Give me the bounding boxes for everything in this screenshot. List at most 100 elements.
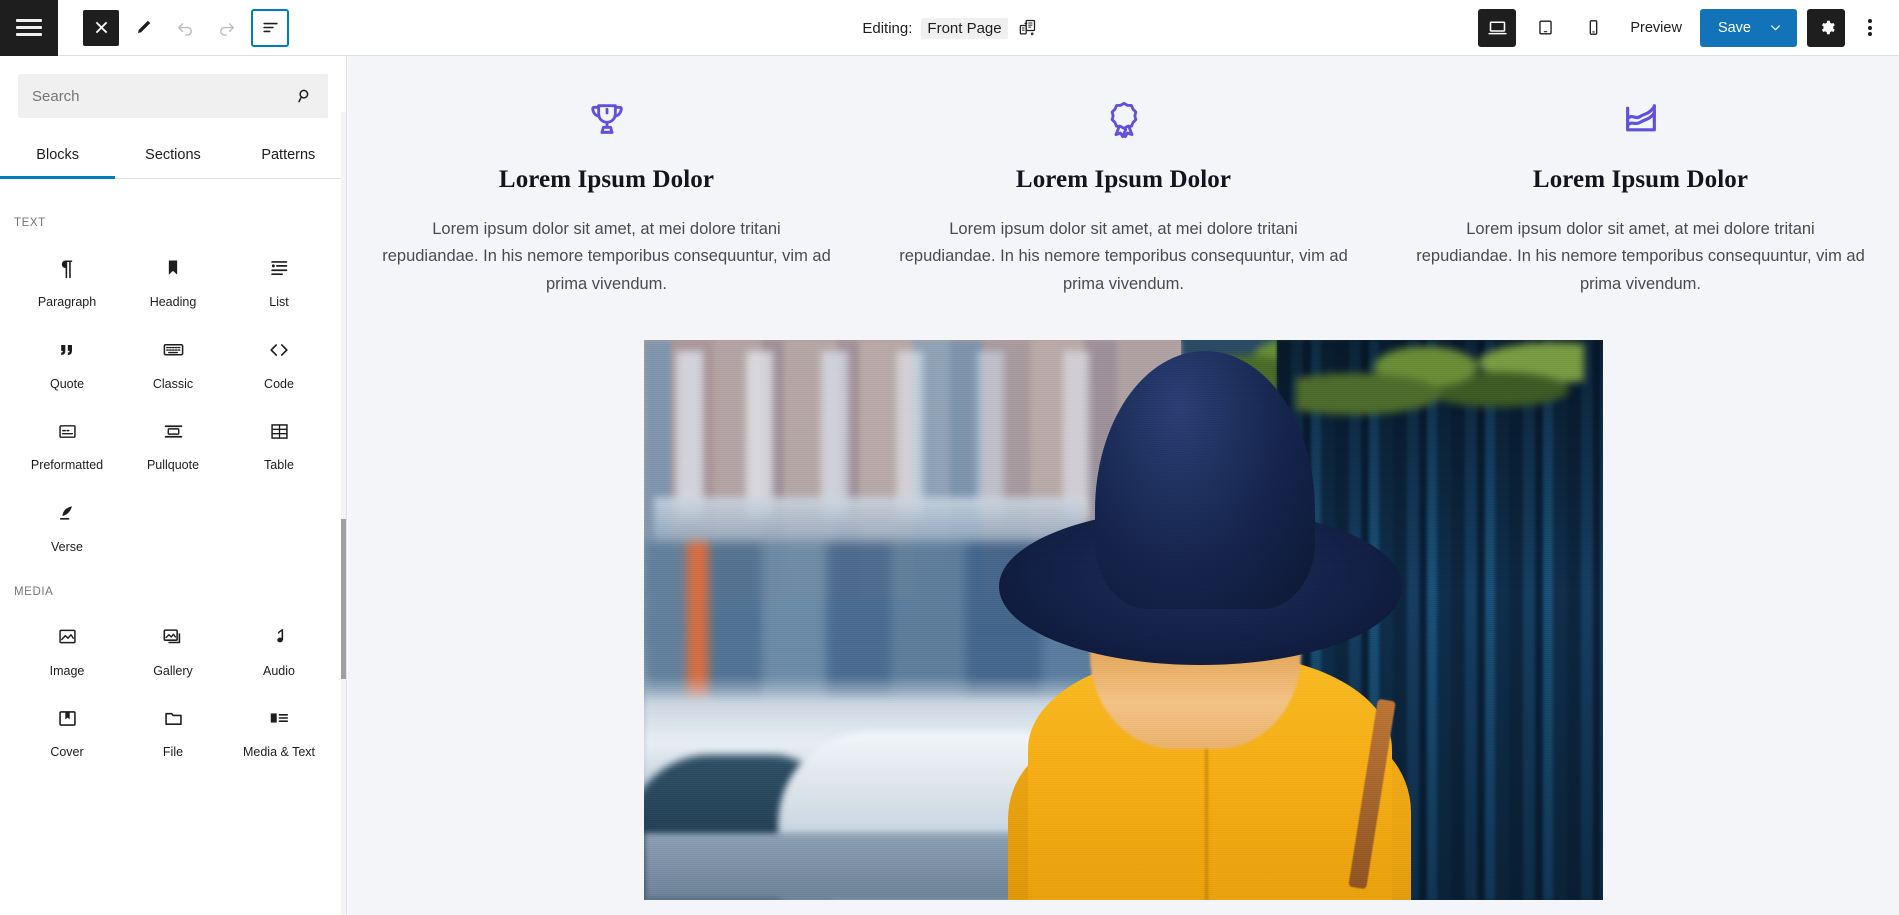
block-item-heading[interactable]: Heading: [120, 237, 226, 319]
block-grid-text: ¶ Paragraph Heading List Quote Classic C…: [0, 237, 346, 564]
pencil-icon: [137, 20, 150, 34]
editing-label: Editing:: [862, 19, 913, 37]
undo-arrow-icon: [178, 22, 192, 36]
three-dots-icon: [1868, 17, 1872, 39]
block-label: Gallery: [153, 663, 193, 678]
block-label: Verse: [51, 539, 83, 554]
device-mobile-button[interactable]: [1574, 9, 1612, 47]
block-label: Code: [264, 376, 294, 391]
editor-top-bar: Editing: Front Page Preview Save: [0, 0, 1899, 56]
file-folder-icon: [163, 705, 184, 731]
block-label: File: [162, 745, 184, 760]
block-item-classic[interactable]: Classic: [120, 319, 226, 401]
block-label: Image: [49, 663, 85, 678]
street-photo: [644, 340, 1603, 901]
category-title-text: TEXT: [14, 217, 46, 229]
list-view-button[interactable]: [251, 8, 289, 47]
gallery-icon: [162, 624, 184, 650]
redo-button[interactable]: [209, 10, 245, 46]
block-inserter-panel: Blocks Sections Patterns TEXT ¶ Paragrap…: [0, 56, 347, 915]
sidebar-scrollbar-track[interactable]: [341, 112, 346, 915]
template-swap-icon: [1019, 19, 1035, 36]
feature-body: Lorem ipsum dolor sit amet, at mei dolor…: [899, 220, 1348, 293]
block-item-quote[interactable]: Quote: [14, 319, 120, 401]
blocks-scroll-area: TEXT ¶ Paragraph Heading List Quote Clas…: [0, 195, 346, 915]
block-item-image[interactable]: Image: [14, 606, 120, 688]
device-tablet-button[interactable]: [1526, 9, 1564, 47]
block-item-gallery[interactable]: Gallery: [120, 606, 226, 688]
heading-bookmark-icon: [163, 255, 183, 281]
block-item-paragraph[interactable]: ¶ Paragraph: [14, 237, 120, 319]
template-swap-button[interactable]: [1017, 18, 1037, 38]
editing-template-name[interactable]: Front Page: [921, 17, 1008, 39]
block-item-list[interactable]: List: [226, 237, 332, 319]
mobile-icon: [1589, 20, 1598, 35]
save-button-label: Save: [1717, 19, 1751, 36]
tab-blocks[interactable]: Blocks: [0, 136, 116, 179]
feature-body: Lorem ipsum dolor sit amet, at mei dolor…: [382, 220, 831, 293]
block-item-table[interactable]: Table: [226, 400, 332, 482]
feature-title: Lorem Ipsum Dolor: [1532, 166, 1749, 193]
cover-image-block[interactable]: [644, 340, 1603, 901]
block-item-audio[interactable]: Audio: [226, 606, 332, 688]
block-label: Paragraph: [37, 295, 97, 309]
award-ribbon-icon: [899, 98, 1348, 140]
redo-arrow-icon: [220, 22, 234, 36]
code-brackets-icon: [268, 337, 290, 363]
verse-quill-icon: [57, 500, 77, 526]
preformatted-icon: [57, 418, 78, 444]
gear-icon: [1821, 20, 1835, 35]
classic-keyboard-icon: [162, 337, 185, 363]
block-item-media-text[interactable]: Media & Text: [226, 687, 332, 769]
block-label: Cover: [50, 745, 84, 760]
search-box[interactable]: [18, 74, 328, 118]
chevron-down-icon: [1771, 25, 1780, 31]
desktop-icon: [1488, 21, 1507, 35]
media-text-icon: [268, 705, 290, 731]
list-icon: [269, 255, 290, 281]
more-options-button[interactable]: [1855, 9, 1885, 47]
preview-button[interactable]: Preview: [1622, 20, 1690, 36]
search-area: [0, 56, 346, 118]
close-button[interactable]: [83, 9, 119, 46]
search-input[interactable]: [18, 74, 328, 118]
main-menu-button[interactable]: [0, 0, 58, 56]
block-label: Media & Text: [242, 745, 316, 760]
list-view-icon: [262, 22, 278, 33]
paragraph-icon: ¶: [61, 256, 73, 280]
block-label: List: [269, 295, 289, 309]
settings-button[interactable]: [1807, 8, 1845, 47]
device-desktop-button[interactable]: [1478, 8, 1517, 47]
topbar-right-group: Preview Save: [1478, 8, 1899, 47]
tab-patterns[interactable]: Patterns: [231, 136, 346, 179]
undo-button[interactable]: [167, 10, 203, 46]
block-label: Classic: [152, 376, 194, 391]
tab-sections[interactable]: Sections: [115, 136, 230, 179]
feature-body: Lorem ipsum dolor sit amet, at mei dolor…: [1416, 220, 1865, 293]
quote-icon: [57, 337, 77, 363]
block-label: Quote: [49, 376, 85, 391]
save-button[interactable]: Save: [1699, 8, 1797, 47]
block-item-pullquote[interactable]: Pullquote: [120, 400, 226, 482]
feature-column-3[interactable]: Lorem Ipsum Dolor Lorem ipsum dolor sit …: [1382, 98, 1899, 298]
save-dropdown-toggle[interactable]: [1768, 20, 1783, 35]
table-icon: [269, 418, 290, 444]
tablet-icon: [1539, 20, 1552, 35]
close-icon: [95, 21, 107, 34]
search-icon: [296, 87, 314, 105]
sidebar-scrollbar-thumb[interactable]: [341, 519, 346, 679]
cover-icon: [57, 705, 78, 731]
block-item-preformatted[interactable]: Preformatted: [14, 400, 120, 482]
feature-column-2[interactable]: Lorem Ipsum Dolor Lorem ipsum dolor sit …: [865, 98, 1382, 298]
edit-mode-button[interactable]: [125, 10, 161, 46]
area-chart-icon: [1416, 98, 1865, 140]
feature-column-1[interactable]: Lorem Ipsum Dolor Lorem ipsum dolor sit …: [348, 98, 865, 298]
photo-tree-canopy: [1296, 340, 1584, 430]
block-label: Audio: [263, 663, 295, 678]
feature-columns: Lorem Ipsum Dolor Lorem ipsum dolor sit …: [348, 56, 1899, 298]
block-item-verse[interactable]: Verse: [14, 482, 120, 564]
block-item-cover[interactable]: Cover: [14, 687, 120, 769]
feature-title: Lorem Ipsum Dolor: [498, 166, 715, 193]
block-item-code[interactable]: Code: [226, 319, 332, 401]
block-item-file[interactable]: File: [120, 687, 226, 769]
